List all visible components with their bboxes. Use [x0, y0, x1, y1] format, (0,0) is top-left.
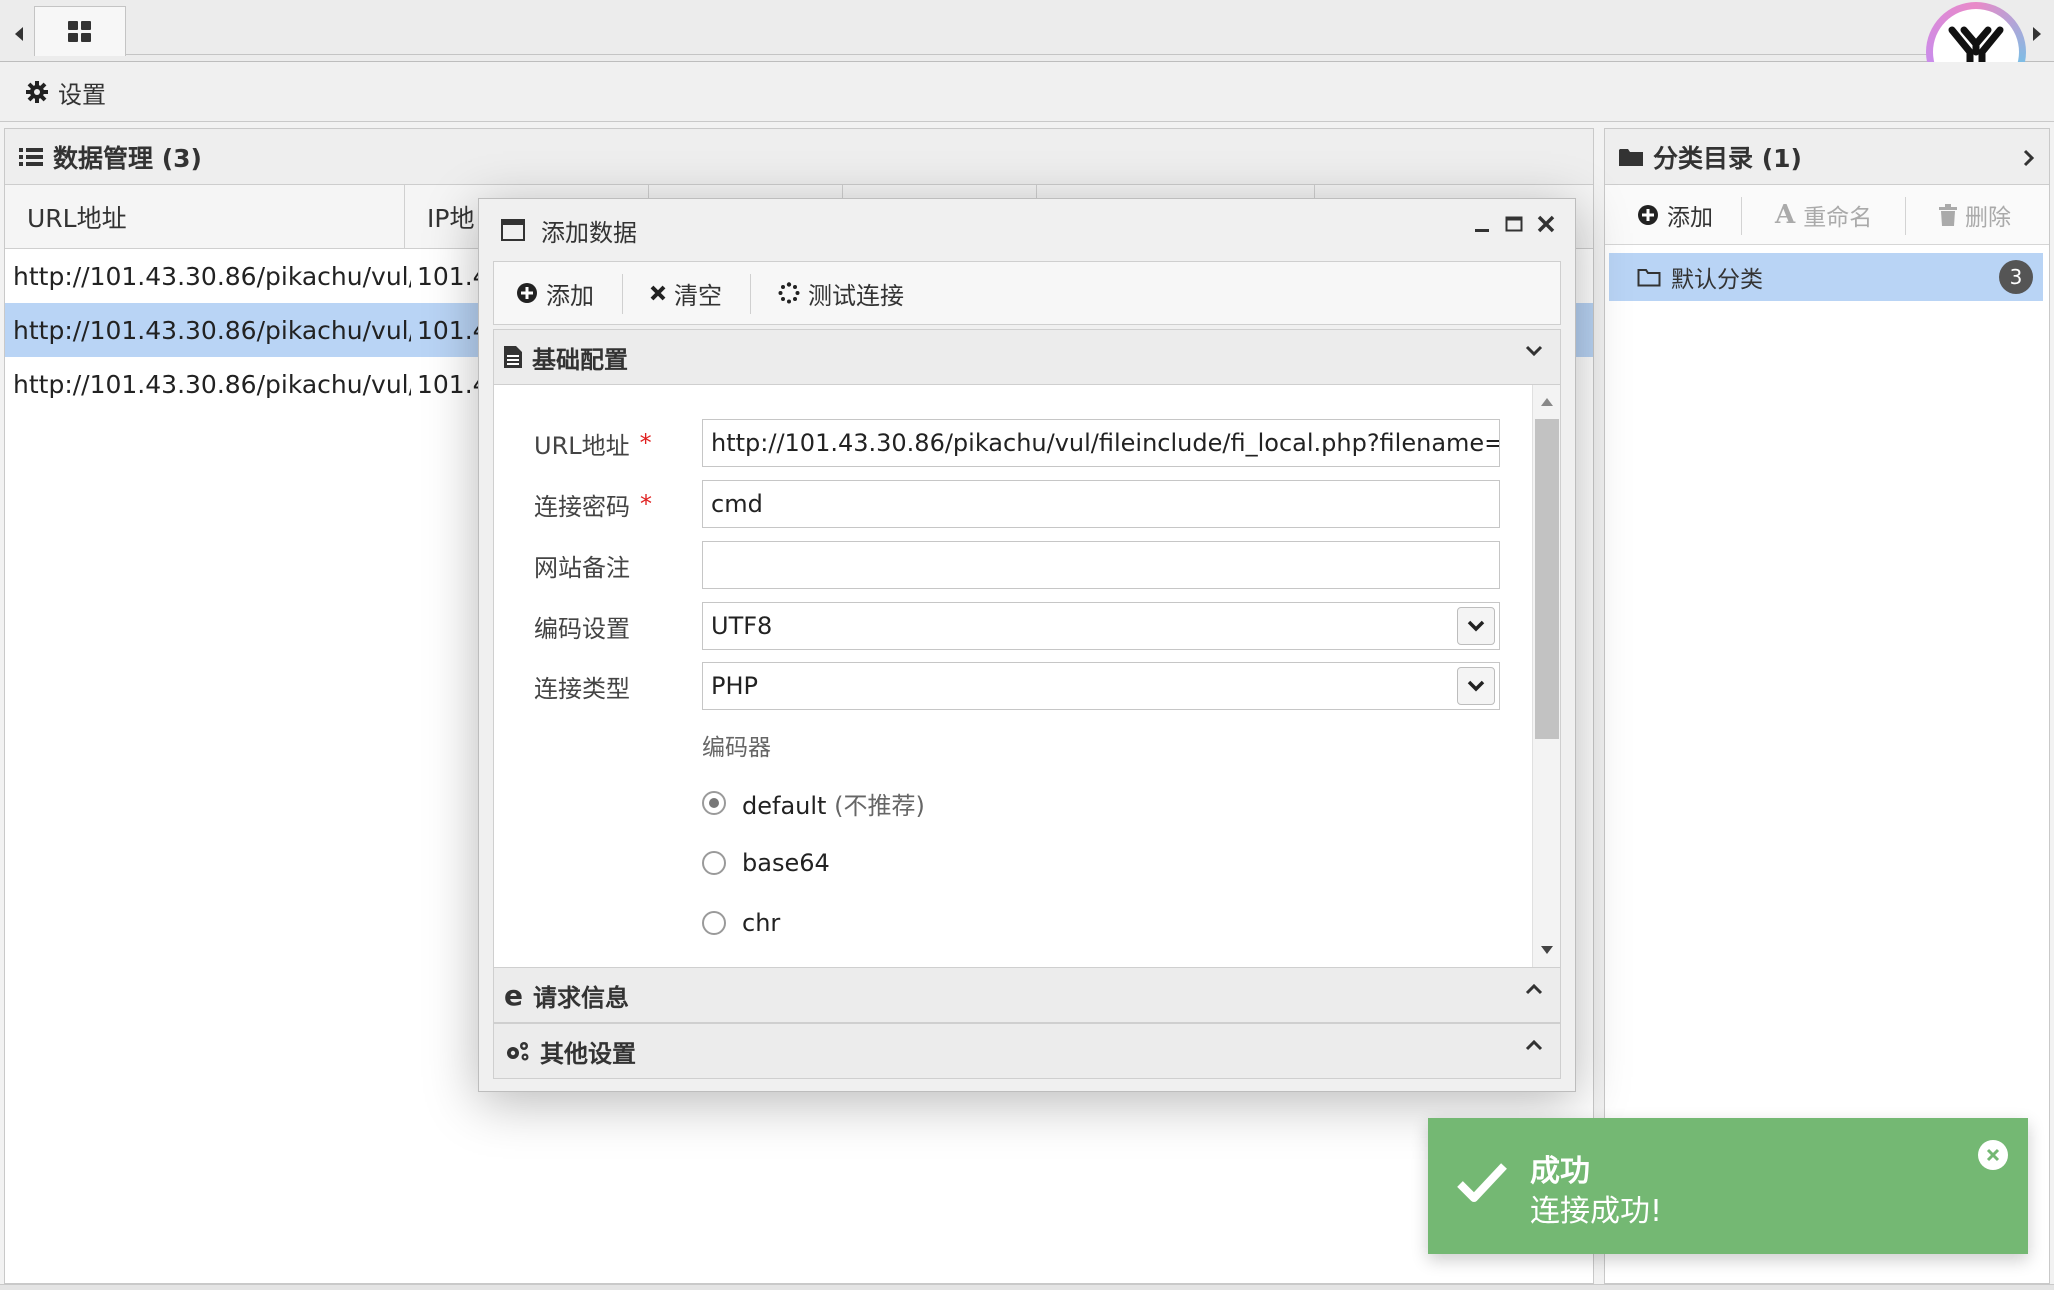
section-request-info[interactable]: e 请求信息 — [493, 967, 1561, 1023]
type-label: 连接类型 — [534, 674, 630, 703]
grid-icon — [68, 20, 91, 42]
font-icon: A — [1775, 200, 1796, 230]
home-tab[interactable] — [34, 6, 126, 56]
encoder-option-default[interactable]: default (不推荐) — [702, 783, 925, 823]
category-rename-button[interactable]: A 重命名 — [1775, 185, 1872, 245]
radio-unselected[interactable] — [702, 911, 726, 935]
close-icon[interactable] — [1537, 215, 1555, 233]
column-url[interactable]: URL地址 — [5, 185, 405, 249]
dialog-add-button[interactable]: 添加 — [516, 262, 594, 324]
chevron-down-icon — [1525, 345, 1543, 357]
list-icon — [19, 147, 43, 166]
toast-message: 连接成功! — [1530, 1194, 1663, 1229]
tab-scroll-right-icon[interactable] — [2024, 8, 2050, 60]
checkmark-icon — [1457, 1163, 1507, 1202]
data-panel-header: 数据管理 (3) — [5, 129, 1593, 185]
dialog-title: 添加数据 — [541, 218, 637, 247]
chevron-right-icon[interactable] — [2023, 149, 2035, 167]
form-scrollbar[interactable] — [1532, 385, 1560, 967]
radio-unselected[interactable] — [702, 851, 726, 875]
encoding-label: 编码设置 — [534, 614, 630, 643]
settings-button[interactable]: 设置 — [26, 70, 106, 114]
add-data-dialog: 添加数据 添加 清空 测试连接 基础配置 URL地址 * http://101.… — [478, 198, 1576, 1092]
basic-config-form: URL地址 * http://101.43.30.86/pikachu/vul/f… — [493, 385, 1561, 967]
category-add-button[interactable]: 添加 — [1637, 185, 1713, 245]
document-icon — [504, 346, 522, 368]
folder-icon — [1619, 148, 1643, 166]
settings-label: 设置 — [58, 80, 106, 109]
tab-baseline — [126, 54, 2016, 55]
spinner-icon — [778, 282, 800, 304]
url-input[interactable]: http://101.43.30.86/pikachu/vul/fileincl… — [702, 419, 1500, 467]
category-delete-button[interactable]: 删除 — [1939, 185, 2011, 245]
encoder-label: 编码器 — [702, 735, 771, 761]
encoder-option-base64[interactable]: base64 — [702, 843, 830, 883]
section-basic-config[interactable]: 基础配置 — [493, 329, 1561, 385]
connection-type-select[interactable]: PHP — [702, 662, 1500, 710]
scrollbar-thumb[interactable] — [1535, 419, 1559, 739]
dialog-clear-button[interactable]: 清空 — [650, 262, 722, 324]
category-panel: 分类目录 (1) 添加 A 重命名 删除 默认分类 3 — [1604, 128, 2050, 1284]
window-icon — [501, 219, 525, 241]
note-input[interactable] — [702, 541, 1500, 589]
chevron-down-icon[interactable] — [1457, 607, 1495, 645]
plus-circle-icon — [517, 283, 537, 303]
status-strip — [0, 1284, 2054, 1290]
dialog-titlebar[interactable]: 添加数据 — [479, 199, 1575, 261]
main-toolbar: 设置 — [0, 62, 2054, 122]
password-label: 连接密码 * — [534, 490, 652, 521]
encoder-option-chr[interactable]: chr — [702, 903, 780, 943]
toast-close-icon[interactable] — [1978, 1140, 2008, 1170]
chevron-down-icon[interactable] — [1457, 667, 1495, 705]
gear-icon — [26, 81, 48, 103]
times-icon — [650, 285, 666, 301]
edge-icon: e — [504, 978, 523, 1012]
category-toolbar: 添加 A 重命名 删除 — [1605, 185, 2049, 245]
maximize-icon[interactable] — [1505, 215, 1523, 233]
chevron-up-icon — [1525, 983, 1543, 995]
plus-circle-icon — [1638, 205, 1658, 225]
tab-scroll-left-icon[interactable] — [6, 8, 32, 60]
category-panel-header: 分类目录 (1) — [1605, 129, 2049, 185]
url-label: URL地址 * — [534, 429, 652, 460]
section-other-settings[interactable]: 其他设置 — [493, 1023, 1561, 1079]
note-label: 网站备注 — [534, 553, 630, 582]
cogs-icon — [507, 1042, 529, 1061]
scroll-down-icon[interactable] — [1540, 945, 1554, 955]
success-toast: 成功 连接成功! — [1428, 1118, 2028, 1254]
dialog-test-connection-button[interactable]: 测试连接 — [778, 262, 904, 324]
count-badge: 3 — [1999, 260, 2033, 294]
folder-outline-icon — [1637, 269, 1661, 287]
trash-icon — [1939, 204, 1957, 226]
category-panel-title: 分类目录 (1) — [1653, 143, 1802, 173]
toast-title: 成功 — [1530, 1154, 1590, 1189]
category-item-default[interactable]: 默认分类 3 — [1609, 253, 2043, 301]
encoding-select[interactable]: UTF8 — [702, 602, 1500, 650]
tab-strip — [0, 0, 2054, 62]
chevron-up-icon — [1525, 1039, 1543, 1051]
password-input[interactable]: cmd — [702, 480, 1500, 528]
data-panel-title: 数据管理 (3) — [53, 143, 202, 173]
dialog-toolbar: 添加 清空 测试连接 — [493, 261, 1561, 325]
radio-selected[interactable] — [702, 791, 726, 815]
minimize-icon[interactable] — [1473, 215, 1491, 233]
scroll-up-icon[interactable] — [1540, 397, 1554, 407]
